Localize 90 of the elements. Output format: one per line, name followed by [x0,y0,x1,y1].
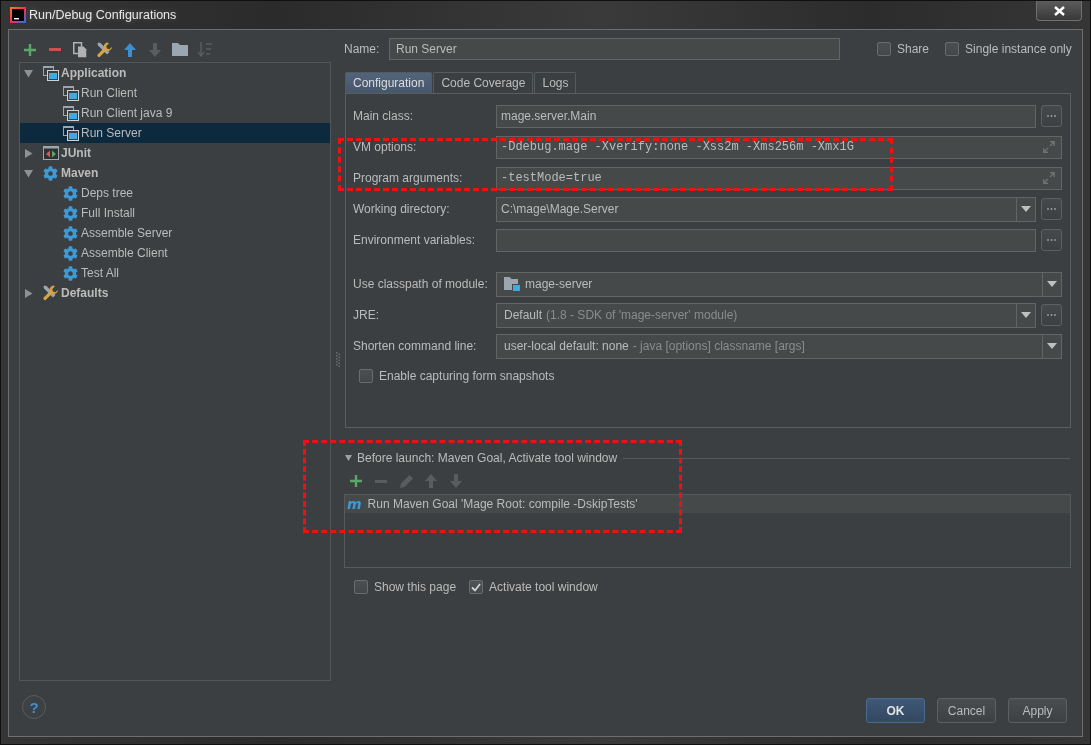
checkbox[interactable] [945,42,960,56]
dialog-button[interactable]: OK [866,698,925,723]
combo-box[interactable]: C:\mage\Mage.Server [496,196,1036,222]
list-item[interactable]: m Run Maven Goal 'Mage Root: compile -DskipTests' [345,495,1070,513]
windows-icon [63,125,79,141]
dropdown-arrow-icon [1021,312,1031,318]
expand-icon [1043,141,1055,153]
dropdown-arrow-icon [1047,281,1057,287]
checkbox[interactable] [877,42,891,56]
window-arrows-icon [43,146,59,160]
caret-right-icon[interactable] [24,148,33,158]
close-button[interactable] [1036,1,1082,21]
windows-icon [43,65,59,81]
checkbox-label[interactable]: Single instance only [965,42,1072,56]
checkmark-icon [471,582,482,592]
field-label: Use classpath of module: [353,277,489,291]
name-field[interactable]: Run Server [389,38,840,60]
tree-item[interactable]: Run Client java 9 [20,103,330,123]
gear-icon [63,185,78,201]
tree-item[interactable]: Assemble Client [20,243,330,263]
m-letter-icon: m [347,497,362,511]
checkbox[interactable] [469,580,484,594]
plus-icon[interactable] [350,475,362,487]
dropdown-arrow-icon [1047,343,1057,349]
tree-item[interactable]: Deps tree [20,183,330,203]
help-button[interactable]: ? [22,695,46,719]
caret-down-icon[interactable] [24,68,33,78]
dropdown-arrow-icon [1021,206,1031,212]
tree-item[interactable]: Full Install [20,203,330,223]
window-title: Run/Debug Configurations [29,8,177,22]
windows-icon [63,85,79,101]
field-label: JRE: [353,308,380,322]
text-field[interactable]: -Ddebug.mage -Xverify:none -Xss2m -Xms256m -Xmx1G [496,135,1062,159]
wrench-icon [43,285,59,301]
windows-icon [63,105,79,121]
checkbox-label[interactable]: Share [897,42,930,56]
field-label: VM options: [353,140,418,154]
gear-icon [63,245,78,261]
section-header[interactable]: Before launch: Maven Goal, Activate tool window [357,451,618,465]
checkbox-label[interactable]: Activate tool window [489,580,598,594]
splitter-grip-icon[interactable] [335,351,340,367]
combo-box[interactable]: user-local default: none - java [options] classname [args] [496,333,1062,359]
combo-box[interactable]: Default (1.8 - SDK of 'mage-server' module) [496,302,1036,328]
arrow-up-icon[interactable] [124,42,136,57]
browse-button[interactable] [1041,105,1062,127]
tree-item[interactable]: Application [20,63,330,83]
tree-item[interactable]: Assemble Server [20,223,330,243]
text-field[interactable]: -testMode=true [496,166,1062,190]
checkbox-label[interactable]: Enable capturing form snapshots [379,369,555,383]
app-logo-icon [10,7,26,23]
browse-button[interactable] [1041,304,1062,326]
dialog-button[interactable]: Cancel [937,698,996,723]
tree-item[interactable]: Test All [20,263,330,283]
tab[interactable]: Code Coverage [433,72,534,93]
field-label: Name: [344,42,381,56]
dialog-button[interactable]: Apply [1008,698,1067,723]
gear-icon [43,165,58,181]
tab[interactable]: Configuration [345,72,433,93]
folder-icon[interactable] [172,43,188,56]
browse-button[interactable] [1041,229,1062,251]
text-field[interactable]: mage.server.Main [496,104,1036,128]
combo-box[interactable]: mage-server [496,271,1062,297]
field-label: Main class: [353,109,415,123]
wrench-icon[interactable] [97,41,113,58]
copy-icon[interactable] [73,41,87,58]
caret-down-icon[interactable] [345,455,352,461]
tree-item[interactable]: Defaults [20,283,330,303]
field-label: Environment variables: [353,233,477,247]
text-field[interactable] [496,228,1036,252]
tree-item[interactable]: JUnit [20,143,330,163]
field-label: Shorten command line: [353,339,478,353]
checkbox[interactable] [359,369,373,383]
tree-item[interactable]: Run Server [20,123,330,143]
checkbox[interactable] [354,580,368,594]
module-folder-icon [504,277,520,291]
plus-icon[interactable] [24,43,36,56]
gear-icon [63,225,78,241]
caret-right-icon[interactable] [24,288,33,298]
close-icon [1053,5,1065,16]
checkbox-label[interactable]: Show this page [374,580,457,594]
gear-icon [63,265,78,281]
expand-icon [1043,172,1055,184]
browse-button[interactable] [1041,198,1062,220]
caret-down-icon[interactable] [24,168,33,178]
field-label: Working directory: [353,202,451,216]
tree-item[interactable]: Run Client [20,83,330,103]
tree-item[interactable]: Maven [20,163,330,183]
gear-icon [63,205,78,221]
tab[interactable]: Logs [534,72,577,93]
field-label: Program arguments: [353,171,464,185]
